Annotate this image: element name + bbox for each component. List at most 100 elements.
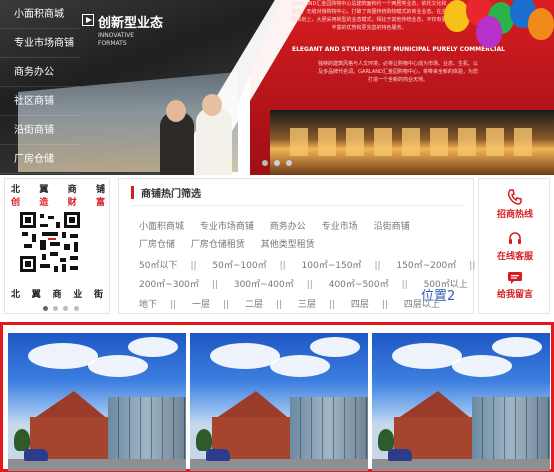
pager-dot[interactable]	[63, 306, 69, 311]
separator: ||	[190, 261, 197, 271]
filter-option[interactable]: 地下	[139, 300, 157, 310]
slogan-char: 翼	[39, 185, 49, 195]
banner-nav-item[interactable]: 小面积商城	[0, 0, 80, 29]
filter-option[interactable]: 100㎡~150㎡	[302, 261, 362, 271]
pager-dot[interactable]	[73, 306, 79, 311]
banner-pagination	[262, 158, 295, 169]
filter-option[interactable]: 四层	[351, 300, 369, 310]
banner-nav-item[interactable]: 专业市场商铺	[0, 29, 80, 58]
slogan-char: 铺	[95, 185, 105, 195]
hotline-label: 招商热线	[496, 210, 533, 220]
banner-nav-item[interactable]: 沿街商铺	[0, 116, 80, 145]
brand-slogan-row-1: 北 翼 商 铺	[11, 184, 105, 197]
filter-option[interactable]: 厂房仓储	[139, 240, 175, 250]
headset-icon	[505, 231, 525, 247]
pager-dot[interactable]	[43, 306, 48, 311]
filter-option[interactable]: 50㎡~100㎡	[212, 261, 266, 271]
property-photo[interactable]	[8, 333, 186, 471]
banner-intro-text-2: 独特的建筑风格与人文环境，必将让购物中心成为市场、业态、生机、以及多品牌代名词。…	[318, 61, 479, 83]
caption-char: 商	[52, 290, 62, 300]
brand-qr-card: 北 翼 商 铺 创 造 财 富 北 翼 商 业 街	[4, 178, 110, 314]
filter-option[interactable]: 三层	[298, 300, 316, 310]
separator: ||	[211, 280, 218, 290]
leave-message-label: 给我留言	[496, 290, 533, 300]
banner-nav-item[interactable]: 厂房仓储	[0, 145, 80, 174]
slide-dot[interactable]	[274, 160, 281, 166]
slide-dot[interactable]	[286, 160, 293, 166]
filter-option[interactable]: 小面积商城	[139, 222, 184, 232]
filter-option[interactable]: 二层	[245, 300, 263, 310]
banner-intro-text: GARLAND汇金园购物中心总建筑面积约一个两居类业态，依托文化和教育、无缝对接…	[291, 1, 447, 31]
hot-shop-filter: 商铺热门筛选 小面积商城 专业市场商铺 商务办公 专业市场 沿街商铺 厂房仓储 …	[118, 178, 475, 314]
property-photo[interactable]	[190, 333, 368, 471]
separator: ||	[306, 280, 313, 290]
banner-category-nav: 小面积商城 专业市场商铺 商务办公 社区商铺 沿街商铺 厂房仓储	[0, 0, 80, 174]
caption-char: 业	[73, 290, 83, 300]
filter-option[interactable]: 专业市场	[322, 222, 358, 232]
slogan-char: 创	[11, 198, 21, 208]
online-service-link[interactable]: 在线客服	[479, 231, 551, 262]
filter-option[interactable]: 专业市场商铺	[200, 222, 254, 232]
brand-caption: 北 翼 商 业 街	[11, 287, 103, 300]
service-panel: 招商热线 在线客服 给我留言	[478, 178, 550, 314]
separator: ||	[170, 300, 177, 310]
filter-option[interactable]: 200㎡~300㎡	[139, 280, 199, 290]
filter-title: 商铺热门筛选	[141, 189, 201, 200]
couple-photo	[120, 94, 250, 175]
filter-option[interactable]: 沿街商铺	[374, 222, 410, 232]
hotline-link[interactable]: 招商热线	[479, 189, 551, 220]
title-accent-bar	[131, 186, 134, 199]
filter-option[interactable]: 50㎡以下	[139, 261, 177, 271]
hero-banner: 小面积商城 专业市场商铺 商务办公 社区商铺 沿街商铺 厂房仓储 创新型业态 I…	[0, 0, 554, 175]
property-gallery	[0, 322, 554, 472]
filter-row-type-2: 厂房仓储 厂房仓储租赁 其他类型租赁	[139, 237, 328, 250]
message-icon	[505, 269, 525, 285]
online-service-label: 在线客服	[496, 252, 533, 262]
filter-header: 商铺热门筛选	[131, 185, 201, 200]
separator: ||	[469, 261, 476, 271]
phone-icon	[505, 189, 525, 205]
slogan-char: 北	[11, 185, 21, 195]
banner-nav-item[interactable]: 社区商铺	[0, 87, 80, 116]
filter-option[interactable]: 150㎡~200㎡	[396, 261, 456, 271]
slogan-char: 富	[95, 198, 105, 208]
separator: ||	[374, 261, 381, 271]
filter-option[interactable]: 300㎡~400㎡	[234, 280, 294, 290]
filter-option[interactable]: 一层	[192, 300, 210, 310]
pager-dot[interactable]	[53, 306, 59, 311]
caption-char: 北	[11, 290, 21, 300]
banner-slogan: 创新型业态 INNOVATIVE FORMATS	[82, 10, 182, 50]
property-photo[interactable]	[372, 333, 550, 471]
filter-option[interactable]: 400㎡~500㎡	[329, 280, 389, 290]
slide-dot[interactable]	[262, 160, 268, 166]
play-icon	[82, 14, 94, 26]
separator: ||	[279, 261, 286, 271]
qr-code-icon	[20, 212, 80, 272]
separator: ||	[222, 300, 230, 310]
caption-char: 翼	[31, 290, 41, 300]
filter-row-floor: 地下 || 一层 || 二层 || 三层 || 四层 || 四层以上	[139, 297, 453, 310]
brand-slogan-row-2: 创 造 财 富	[11, 197, 105, 210]
slogan-title: 创新型业态	[98, 16, 164, 31]
filter-option[interactable]: 厂房仓储租赁	[191, 240, 245, 250]
slogan-char: 商	[67, 185, 77, 195]
separator: ||	[275, 300, 283, 310]
caption-char: 街	[93, 290, 103, 300]
balloons-icon	[436, 0, 554, 50]
qr-card-pagination	[43, 303, 81, 314]
filter-row-type: 小面积商城 专业市场商铺 商务办公 专业市场 沿街商铺	[139, 219, 423, 232]
slogan-char: 财	[67, 198, 77, 208]
banner-nav-item[interactable]: 商务办公	[0, 58, 80, 87]
filter-row-area: 50㎡以下 || 50㎡~100㎡ || 100㎡~150㎡ || 150㎡~200㎡…	[139, 258, 488, 271]
separator: ||	[401, 280, 408, 290]
position-label: 位置2	[421, 289, 456, 304]
mall-night-image	[270, 110, 554, 175]
divider	[131, 205, 463, 206]
filter-option[interactable]: 其他类型租赁	[261, 240, 315, 250]
separator: ||	[381, 300, 388, 310]
separator: ||	[328, 300, 335, 310]
filter-option[interactable]: 商务办公	[270, 222, 306, 232]
leave-message-link[interactable]: 给我留言	[479, 269, 551, 300]
slogan-char: 造	[39, 198, 49, 208]
slogan-subtitle: INNOVATIVE FORMATS	[98, 32, 135, 47]
